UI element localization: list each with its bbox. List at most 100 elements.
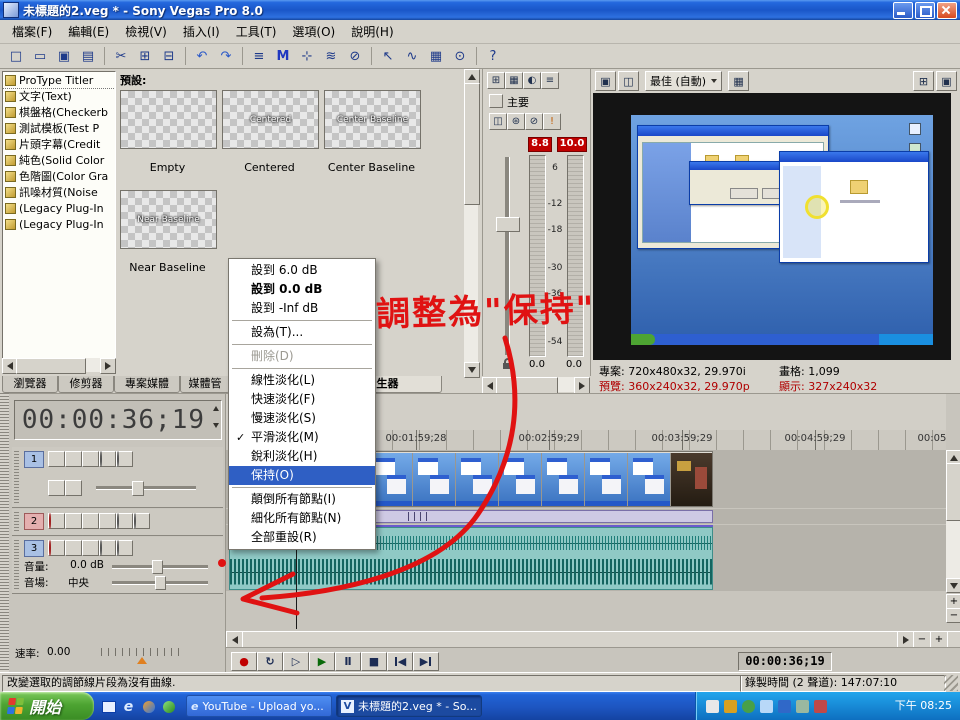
video-output-button[interactable]: ▣ — [595, 71, 616, 91]
menu-item-reset-all[interactable]: 全部重設(R) — [229, 528, 375, 547]
generator-item[interactable]: 文字(Text) — [3, 88, 115, 104]
generator-item[interactable]: ProType Titler — [3, 72, 115, 88]
undo-button[interactable]: ↶ — [190, 45, 214, 68]
solo-button[interactable] — [116, 451, 133, 467]
save-snapshot-button[interactable]: ▣ — [936, 71, 957, 91]
menu-item-slow-fade[interactable]: 慢速淡化(S) — [229, 409, 375, 428]
tab-media-manager[interactable]: 媒體管 — [180, 376, 230, 393]
auto-ripple-button[interactable]: ≋ — [319, 45, 343, 68]
open-project-button[interactable]: ▭ — [28, 45, 52, 68]
tab-explorer[interactable]: 瀏覽器 — [2, 376, 58, 393]
enable-snapping-button[interactable]: ≡ — [247, 45, 271, 68]
track-number-3[interactable]: 3 — [24, 540, 44, 557]
bypass-motion-blur-button[interactable] — [65, 513, 82, 529]
timeline-hscrollbar[interactable]: − + — [226, 631, 960, 646]
split-screen-view-button[interactable]: ◫ — [618, 71, 639, 91]
parent-compositing-button[interactable] — [65, 480, 82, 496]
go-to-start-button[interactable]: ◀ — [387, 652, 413, 671]
copy-button[interactable]: ⊞ — [133, 45, 157, 68]
track-fx-button[interactable] — [82, 540, 99, 556]
timecode-down-icon[interactable] — [213, 423, 219, 428]
lock-fader-icon[interactable] — [501, 358, 514, 370]
generator-item[interactable]: 訊噪材質(Noise — [3, 184, 115, 200]
menu-item-hold[interactable]: 保持(O) — [229, 466, 375, 485]
paste-button[interactable]: ⊟ — [157, 45, 181, 68]
project-properties-button[interactable]: ▤ — [76, 45, 100, 68]
zoom-in-button[interactable]: + — [930, 631, 948, 648]
scrollbar-thumb[interactable] — [946, 463, 960, 521]
volume-thumb[interactable] — [152, 560, 163, 574]
rate-marker-icon[interactable] — [137, 657, 147, 664]
play-from-start-button[interactable]: ▷ — [283, 652, 309, 671]
loop-playback-button[interactable]: ↻ — [257, 652, 283, 671]
track-header-2[interactable]: 2 — [12, 509, 223, 536]
redo-button[interactable]: ↷ — [214, 45, 238, 68]
track-drag-handle[interactable] — [14, 512, 19, 532]
menu-item-fast-fade[interactable]: 快速淡化(F) — [229, 390, 375, 409]
menu-item-delete[interactable]: 刪除(D) — [229, 347, 375, 366]
generator-item[interactable]: 片頭字幕(Credit — [3, 136, 115, 152]
menu-edit[interactable]: 編輯(E) — [60, 21, 117, 43]
selection-edit-tool-button[interactable]: ▦ — [424, 45, 448, 68]
quicklaunch-ie-icon[interactable]: e — [120, 698, 137, 715]
dock-edge-handle[interactable] — [0, 393, 9, 672]
menu-file[interactable]: 檔案(F) — [4, 21, 60, 43]
timecode-up-icon[interactable] — [213, 406, 219, 411]
track-header-3[interactable]: 3 音量: 0.0 dB 音場: 中央 — [12, 537, 223, 594]
rate-ticks[interactable] — [101, 648, 185, 656]
bus-fx-button[interactable]: ⊛ — [507, 113, 525, 130]
preset-thumb-centered[interactable]: Centered — [222, 90, 319, 149]
envelope-edit-tool-button[interactable]: ∿ — [400, 45, 424, 68]
menu-view[interactable]: 檢視(V) — [117, 21, 175, 43]
invert-phase-button[interactable] — [65, 540, 82, 556]
whats-this-help-button[interactable]: ? — [481, 45, 505, 68]
track-number-1[interactable]: 1 — [24, 451, 44, 468]
save-project-button[interactable]: ▣ — [52, 45, 76, 68]
zoom-out-button[interactable]: − — [913, 631, 931, 648]
track-drag-handle[interactable] — [14, 451, 19, 503]
track-level-slider[interactable] — [96, 486, 196, 490]
new-project-button[interactable]: □ — [4, 45, 28, 68]
stop-button[interactable]: ■ — [361, 652, 387, 671]
taskbar-task-vegas[interactable]: V 未標題的2.veg * - So... — [336, 695, 482, 717]
track-motion-button[interactable] — [82, 513, 99, 529]
scrollbar-thumb[interactable] — [242, 631, 898, 648]
menu-tools[interactable]: 工具(T) — [228, 21, 285, 43]
menu-item-smooth-fade[interactable]: ✓平滑淡化(M) — [229, 428, 375, 447]
bus-mute-button[interactable]: ⊘ — [525, 113, 543, 130]
arm-record-button[interactable] — [48, 540, 65, 556]
menu-item-linear-fade[interactable]: 線性淡化(L) — [229, 371, 375, 390]
tray-display-icon[interactable] — [814, 700, 827, 713]
start-button[interactable]: 開始 — [0, 692, 94, 720]
tray-volume-icon[interactable] — [760, 700, 773, 713]
mute-button[interactable] — [99, 540, 116, 556]
normal-edit-tool-button[interactable]: ↖ — [376, 45, 400, 68]
generator-item[interactable]: (Legacy Plug-In — [3, 200, 115, 216]
preset-thumb-empty[interactable] — [120, 90, 217, 149]
tray-network-icon[interactable] — [778, 700, 791, 713]
scrollbar-thumb[interactable] — [464, 83, 480, 205]
compositing-mode-button[interactable] — [48, 480, 65, 496]
insert-bus-button[interactable]: ⊞ — [487, 72, 505, 89]
pause-button[interactable]: Ⅱ — [335, 652, 361, 671]
copy-snapshot-button[interactable]: ⊞ — [913, 71, 934, 91]
menu-insert[interactable]: 插入(I) — [175, 21, 228, 43]
bypass-motion-blur-button[interactable] — [48, 451, 65, 467]
tray-ime-icon[interactable] — [706, 700, 719, 713]
mixer-properties-button[interactable]: ≡ — [541, 72, 559, 89]
zoom-edit-tool-button[interactable]: ⊙ — [448, 45, 472, 68]
generator-item[interactable]: (Legacy Plug-In — [3, 216, 115, 232]
menu-item-set-to-0db[interactable]: 設到 0.0 dB — [229, 280, 375, 299]
timeline-vscrollbar[interactable] — [946, 450, 960, 591]
quicklaunch-messenger-icon[interactable] — [160, 698, 177, 715]
tray-antivirus-icon[interactable] — [724, 700, 737, 713]
downmix-button[interactable]: ◐ — [523, 72, 541, 89]
auto-crossfade-button[interactable]: ⊹ — [295, 45, 319, 68]
transport-time-display[interactable]: 00:00:36;19 — [738, 652, 832, 671]
menu-item-sharp-fade[interactable]: 銳利淡化(H) — [229, 447, 375, 466]
track-fx-button[interactable] — [82, 451, 99, 467]
taskbar-clock[interactable]: 下午 08:25 — [895, 692, 952, 720]
mute-button[interactable] — [116, 513, 133, 529]
quicklaunch-show-desktop-icon[interactable] — [100, 698, 117, 715]
track-number-2[interactable]: 2 — [24, 513, 44, 530]
